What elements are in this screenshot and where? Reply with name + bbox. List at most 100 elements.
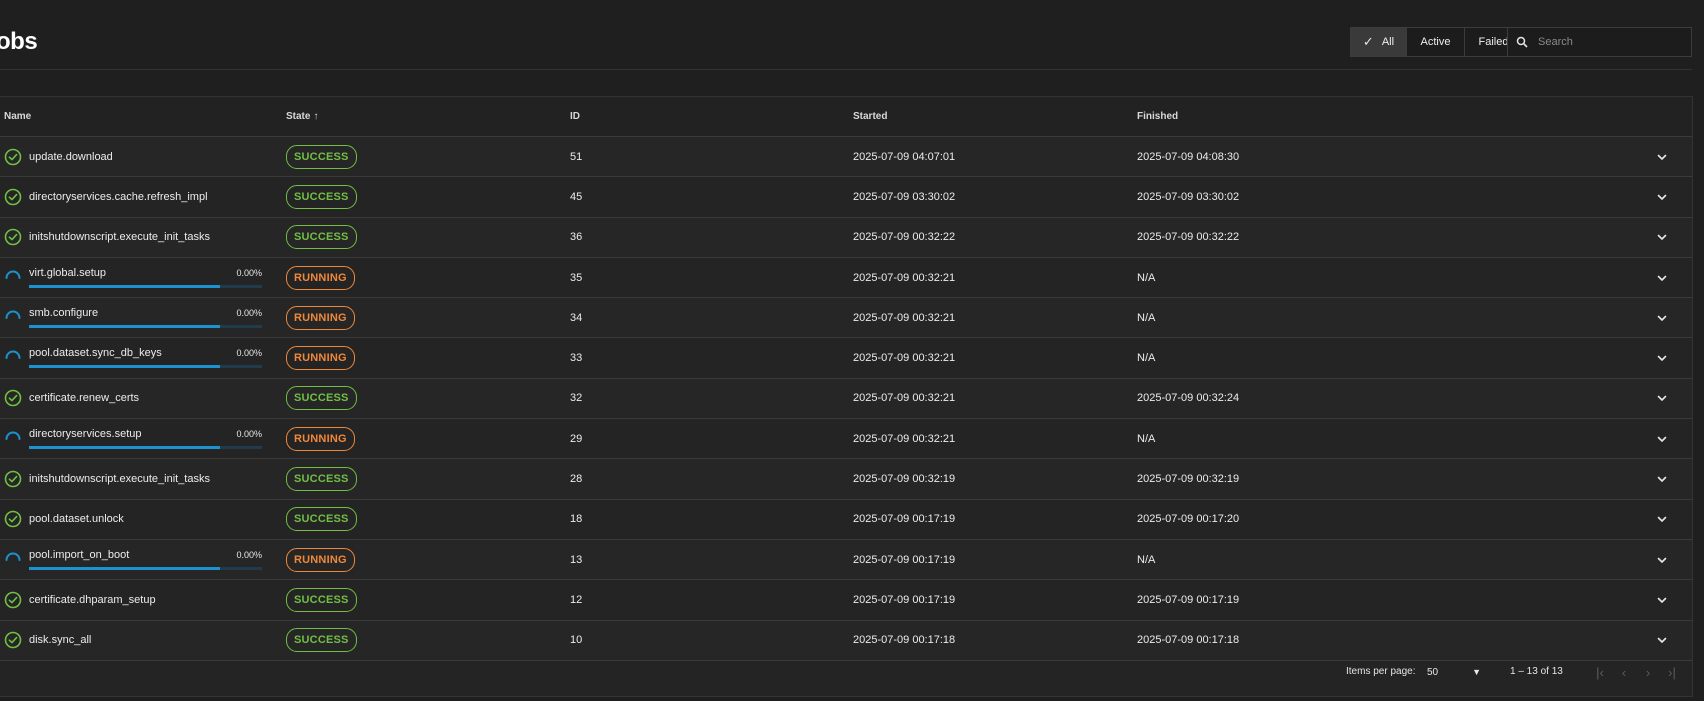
cell-state: RUNNING [286,540,355,579]
cell-id: 32 [570,392,583,405]
header-state[interactable]: State ↑ [286,111,318,122]
expand-row-button[interactable] [1656,580,1668,619]
job-name: certificate.renew_certs [29,392,140,405]
caret-down-icon: ▼ [1472,667,1481,677]
table-row[interactable]: update.download SUCCESS 51 2025-07-09 04:07… [0,137,1692,178]
expand-row-button[interactable] [1656,218,1668,257]
last-page-icon[interactable]: ›| [1662,660,1682,684]
cell-name: directoryservices.cache.refresh_impl [4,177,262,216]
chevron-down-icon[interactable] [1656,392,1668,404]
cell-state: SUCCESS [286,500,357,539]
check-circle-icon [4,591,22,609]
job-name: directoryservices.cache.refresh_impl [29,190,208,203]
job-name: pool.import_on_boot [29,548,130,561]
filter-all-label: All [1381,36,1395,48]
cell-name: certificate.dhparam_setup [4,580,262,619]
expand-row-button[interactable] [1656,177,1668,216]
cell-started: 2025-07-09 00:32:22 [853,231,956,244]
chevron-down-icon[interactable] [1656,272,1668,284]
chevron-down-icon[interactable] [1656,554,1668,566]
chevron-down-icon[interactable] [1656,312,1668,324]
job-name: virt.global.setup [29,266,107,279]
table-row[interactable]: directoryservices.setup 0.00% RUNNING 29 202… [0,419,1692,460]
filter-active-button[interactable]: Active [1406,28,1464,56]
header-finished[interactable]: Finished [1137,111,1178,122]
cell-state: RUNNING [286,258,355,297]
table-row[interactable]: pool.import_on_boot 0.00% RUNNING 13 2025-07… [0,539,1692,581]
job-progress-bar [29,325,262,329]
check-circle-icon [4,511,22,528]
table-row[interactable]: initshutdownscript.execute_init_tasks SUC… [0,459,1692,500]
job-progress-bar [29,284,262,288]
chevron-down-icon[interactable] [1656,191,1668,203]
header-name[interactable]: Name [4,111,31,122]
expand-row-button[interactable] [1656,500,1668,539]
table-row[interactable]: initshutdownscript.execute_init_tasks SUC… [0,217,1692,258]
table-row[interactable]: virt.global.setup 0.00% RUNNING 35 2025-07-0… [0,258,1692,299]
cell-state: SUCCESS [286,459,357,498]
table-row[interactable]: pool.dataset.unlock SUCCESS 18 2025-07-09 0… [0,500,1692,540]
cell-state: SUCCESS [286,177,357,216]
status-badge: SUCCESS [286,144,357,169]
job-name: smb.configure [29,307,99,320]
chevron-down-icon[interactable] [1656,634,1668,646]
items-per-page-select[interactable]: 50 ▼ [1427,662,1481,682]
header-id[interactable]: ID [570,111,580,122]
first-page-icon[interactable]: |‹ [1590,660,1610,684]
prev-page-icon[interactable]: ‹ [1614,660,1634,684]
job-progress-fill [29,566,221,570]
spinner-icon [5,270,21,279]
job-name: initshutdownscript.execute_init_tasks [29,231,210,244]
cell-started: 2025-07-09 00:32:19 [853,473,956,486]
filter-all-button[interactable]: ✓ All [1351,28,1406,56]
check-icon: ✓ [1362,34,1374,49]
job-progress-text: 0.00% [236,348,262,359]
cell-started: 2025-07-09 00:17:19 [853,553,956,566]
table-row[interactable]: certificate.dhparam_setup SUCCESS 12 2025-0… [0,580,1692,621]
chevron-down-icon[interactable] [1656,433,1668,445]
table-row[interactable]: pool.dataset.sync_db_keys 0.00% RUNNING 33 2… [0,338,1692,379]
expand-row-button[interactable] [1656,298,1668,337]
table-body: update.download SUCCESS 51 2025-07-09 04:07… [0,137,1692,661]
expand-row-button[interactable] [1656,338,1668,377]
expand-row-button[interactable] [1656,540,1668,579]
table-header-row: Name State ↑ ID Started Finished [0,97,1692,137]
job-progress-fill [29,325,221,329]
expand-row-button[interactable] [1656,137,1668,176]
cell-started: 2025-07-09 00:32:21 [853,311,956,324]
cell-name: virt.global.setup 0.00% [4,258,262,297]
cell-id: 36 [570,231,583,244]
table-row[interactable]: directoryservices.cache.refresh_impl SUCC… [0,177,1692,218]
expand-row-button[interactable] [1656,258,1668,297]
job-name: pool.dataset.sync_db_keys [29,347,162,360]
header-started[interactable]: Started [853,111,887,122]
items-per-page-value: 50 [1427,666,1439,678]
expand-row-button[interactable] [1656,419,1668,458]
cell-finished: N/A [1137,553,1156,566]
status-badge: RUNNING [286,426,355,451]
cell-id: 51 [570,150,583,163]
spinner-icon [5,310,21,319]
expand-row-button[interactable] [1656,459,1668,498]
check-circle-icon [4,228,22,246]
chevron-down-icon[interactable] [1656,352,1668,364]
chevron-down-icon[interactable] [1656,594,1668,606]
expand-row-button[interactable] [1656,379,1668,418]
filter-failed-label: Failed [1478,36,1509,48]
chevron-down-icon[interactable] [1656,473,1668,485]
next-page-icon[interactable]: › [1638,660,1658,684]
chevron-down-icon[interactable] [1656,151,1668,163]
cell-name: initshutdownscript.execute_init_tasks [4,218,262,257]
job-progress-text: 0.00% [236,267,262,278]
chevron-down-icon[interactable] [1656,513,1668,525]
status-badge: SUCCESS [286,225,357,250]
job-progress-fill [29,284,221,288]
cell-id: 34 [570,311,583,324]
cell-name: pool.dataset.unlock [4,500,262,539]
search-input[interactable] [1536,35,1680,49]
chevron-down-icon[interactable] [1656,231,1668,243]
table-row[interactable]: smb.configure 0.00% RUNNING 34 2025-07-09 00… [0,298,1692,339]
table-row[interactable]: certificate.renew_certs SUCCESS 32 2025-07-… [0,378,1692,420]
cell-finished: 2025-07-09 00:32:22 [1137,231,1240,244]
job-progress-text: 0.00% [236,429,262,440]
